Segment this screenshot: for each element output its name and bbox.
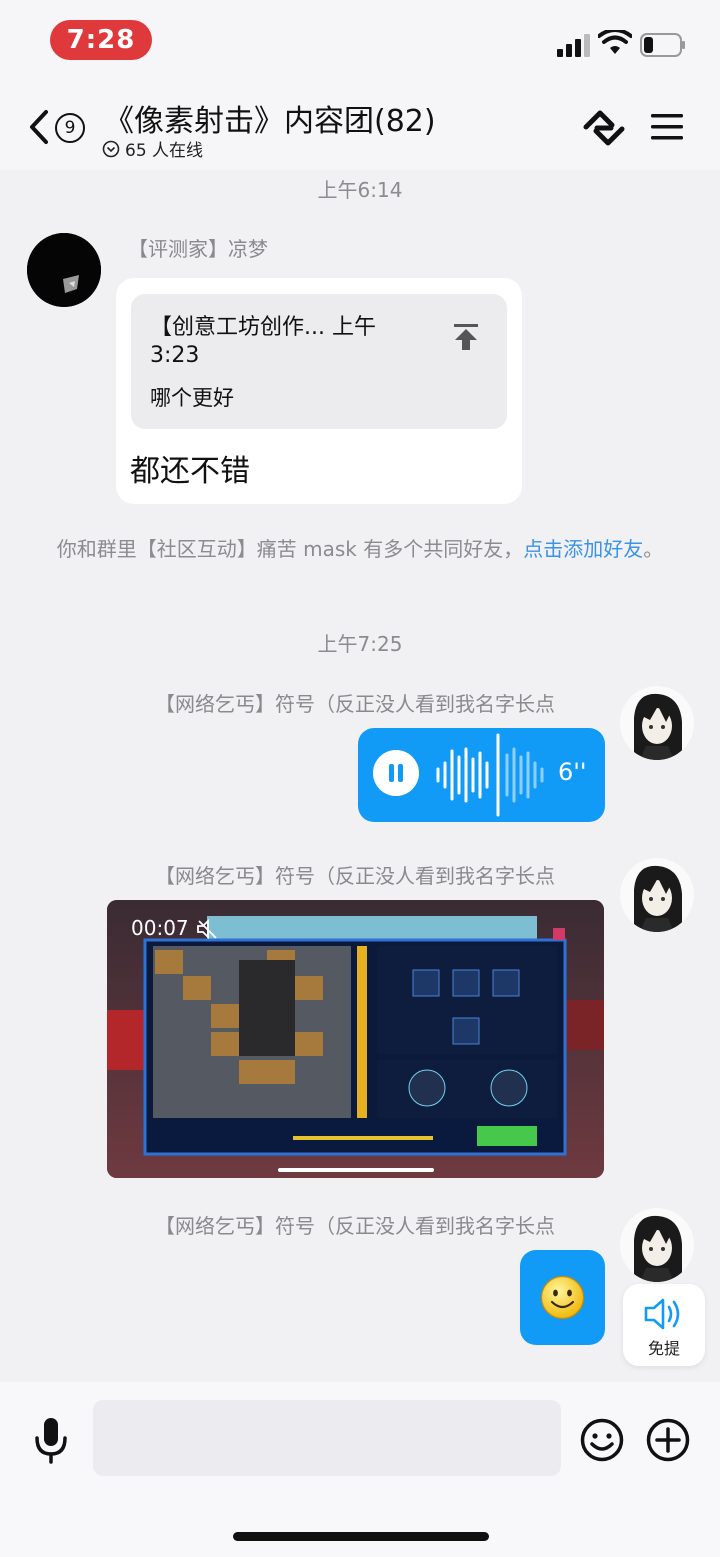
signal-icon [557,34,590,57]
video-time: 00:07 [131,916,189,940]
pause-icon[interactable] [373,750,419,796]
video-progress-bar[interactable] [278,1168,434,1172]
plus-icon[interactable] [646,1418,690,1462]
avatar[interactable] [620,686,694,760]
voice-duration: 6'' [558,758,587,786]
sender-name[interactable]: 【网络乞丐】符号（反正没人看到我名字长点 [155,688,555,717]
pin-icon[interactable] [452,322,480,352]
sender-name[interactable]: 【网络乞丐】符号（反正没人看到我名字长点 [155,860,555,889]
link-icon[interactable] [582,107,626,149]
speaker-icon[interactable] [643,1296,685,1332]
timestamp: 上午6:14 [317,178,403,202]
smiley-face-icon [540,1275,585,1320]
avatar[interactable] [27,233,101,307]
quote-body: 哪个更好 [150,386,234,410]
wifi-icon [598,30,632,54]
online-status[interactable]: 65 人在线 [102,136,203,161]
unread-badge[interactable]: 9 [55,113,85,143]
quote-title: 【创意工坊创作... 上午3:23 [150,315,376,368]
system-note: 你和群里【社区互动】痛苦 mask 有多个共同好友，点击添加好友。 [40,534,680,564]
sender-name[interactable]: 【评测家】凉梦 [128,233,268,262]
back-icon[interactable] [26,106,52,148]
timestamp: 上午7:25 [317,632,403,656]
message-input[interactable] [93,1400,561,1476]
message-text: 都还不错 [130,454,250,489]
avatar[interactable] [620,1208,694,1282]
video-message[interactable] [107,900,604,1178]
chevron-down-circle-icon [102,140,120,157]
sender-name[interactable]: 【网络乞丐】符号（反正没人看到我名字长点 [155,1210,555,1239]
avatar[interactable] [620,858,694,932]
menu-icon[interactable] [651,112,683,142]
emoji-icon[interactable] [580,1418,624,1462]
system-note-text: 你和群里【社区互动】痛苦 mask 有多个共同好友， [56,537,524,561]
online-count: 65 人在线 [125,141,204,161]
video-thumbnail [107,900,604,1178]
mute-icon[interactable] [196,918,218,940]
waveform [436,733,544,817]
battery-icon [640,33,685,57]
home-indicator[interactable] [233,1532,489,1541]
mic-icon[interactable] [34,1416,68,1464]
add-friend-link[interactable]: 点击添加好友 [523,537,643,561]
page-title[interactable]: 《像素射击》内容团(82) [104,96,436,140]
system-note-end: 。 [643,537,664,561]
speaker-label: 免提 [647,1339,680,1358]
status-time[interactable]: 7:28 [50,20,152,60]
